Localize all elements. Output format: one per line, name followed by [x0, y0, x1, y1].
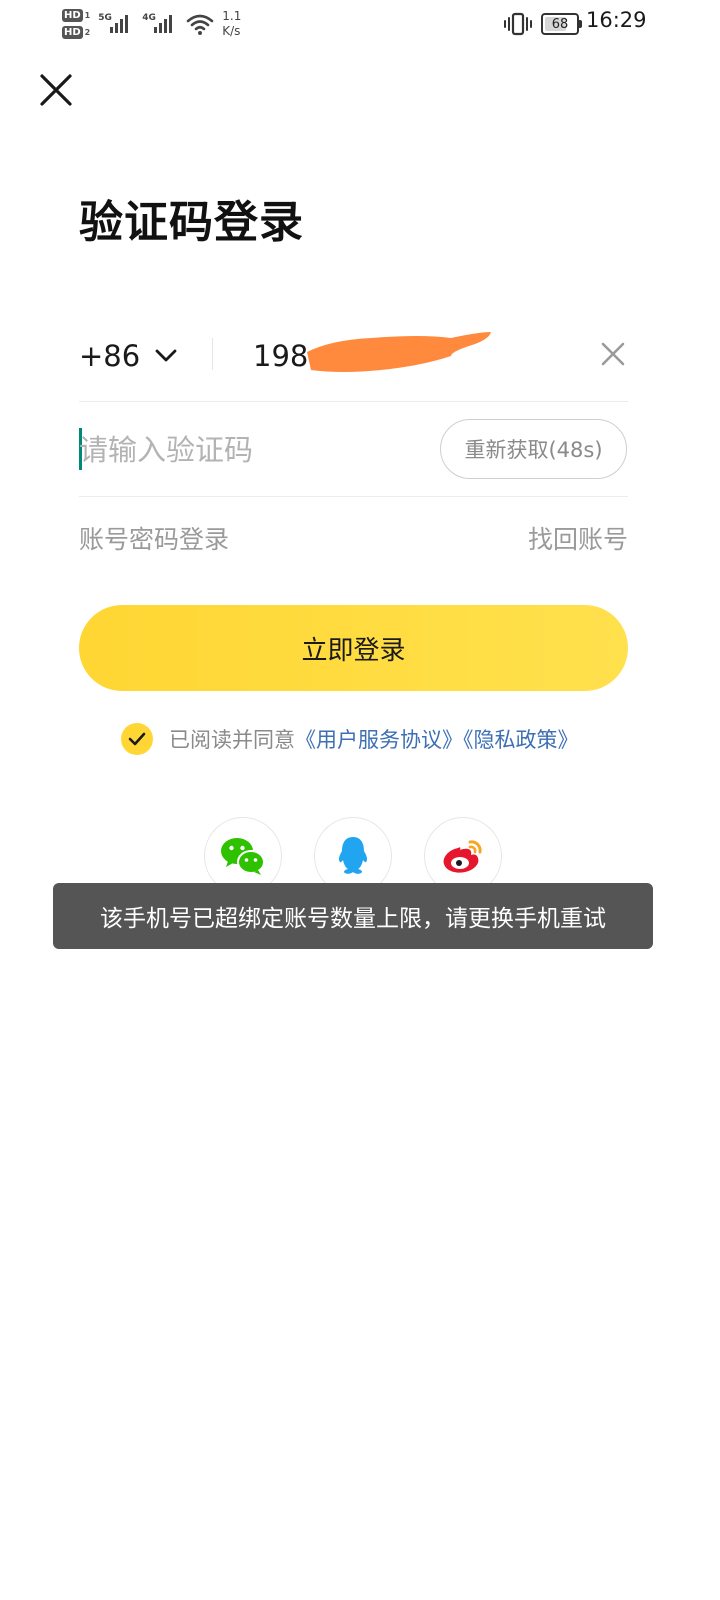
password-login-link[interactable]: 账号密码登录: [79, 520, 229, 556]
battery-icon: 68: [541, 13, 582, 35]
phone-row: +86: [79, 326, 628, 402]
network-speed-value: 1.1: [222, 9, 242, 23]
signal-bars-icon: [110, 15, 129, 33]
weibo-icon: [443, 840, 482, 873]
close-button[interactable]: [36, 70, 76, 110]
check-icon: [128, 732, 146, 746]
agreement-checkbox[interactable]: [121, 723, 153, 755]
agreement-text: 已阅读并同意《用户服务协议》《隐私政策》: [169, 724, 579, 754]
wifi-icon: [186, 14, 214, 35]
network-speed-unit: K/s: [222, 24, 241, 38]
hd-badge: HD: [62, 9, 83, 22]
signal-4g: 4G: [142, 9, 178, 39]
battery-percent: 68: [551, 16, 569, 32]
qq-icon: [338, 837, 368, 874]
chevron-down-icon: [155, 349, 177, 362]
hd-sim-number: 2: [84, 28, 91, 37]
auxiliary-links: 账号密码登录 找回账号: [79, 520, 628, 560]
wechat-icon: [221, 838, 265, 875]
hd-sim-number: 1: [84, 11, 91, 20]
status-bar: HD 1 HD 2 5G 4G 1.1 K/s 68 16:29: [0, 0, 720, 48]
login-button[interactable]: 立即登录: [79, 605, 628, 691]
redaction-scribble: [307, 332, 491, 372]
status-left: HD 1 HD 2 5G 4G 1.1 K/s: [62, 4, 241, 44]
country-code-selector[interactable]: +86: [79, 338, 178, 374]
agreement-prefix: 已阅读并同意: [169, 728, 295, 752]
hd-indicator-1: HD 1: [62, 9, 90, 22]
country-code: +86: [79, 339, 141, 373]
clear-phone-button[interactable]: [599, 340, 627, 368]
recover-account-link[interactable]: 找回账号: [528, 520, 628, 556]
verification-code-input[interactable]: [79, 428, 419, 472]
clear-icon: [601, 342, 625, 366]
signal-5g: 5G: [98, 9, 134, 39]
divider: [212, 338, 213, 370]
hd-badge: HD: [62, 26, 83, 39]
signal-bars-icon: [154, 15, 173, 33]
agreement-row: 已阅读并同意《用户服务协议》《隐私政策》: [121, 722, 579, 756]
privacy-policy-link[interactable]: 《隐私政策》: [463, 728, 579, 752]
error-toast: 该手机号已超绑定账号数量上限，请更换手机重试: [53, 883, 653, 949]
page-title: 验证码登录: [79, 197, 304, 248]
hd-indicator-2: HD 2: [62, 26, 90, 39]
close-icon: [40, 74, 72, 106]
hd-indicators: HD 1 HD 2: [62, 9, 90, 39]
code-row: 重新获取(48s): [79, 402, 628, 497]
network-speed: 1.1 K/s: [222, 9, 241, 39]
status-time: 16:29: [586, 8, 647, 32]
vibrate-icon: [504, 12, 532, 36]
resend-code-button[interactable]: 重新获取(48s): [440, 419, 627, 479]
user-agreement-link[interactable]: 《用户服务协议》: [295, 728, 463, 752]
